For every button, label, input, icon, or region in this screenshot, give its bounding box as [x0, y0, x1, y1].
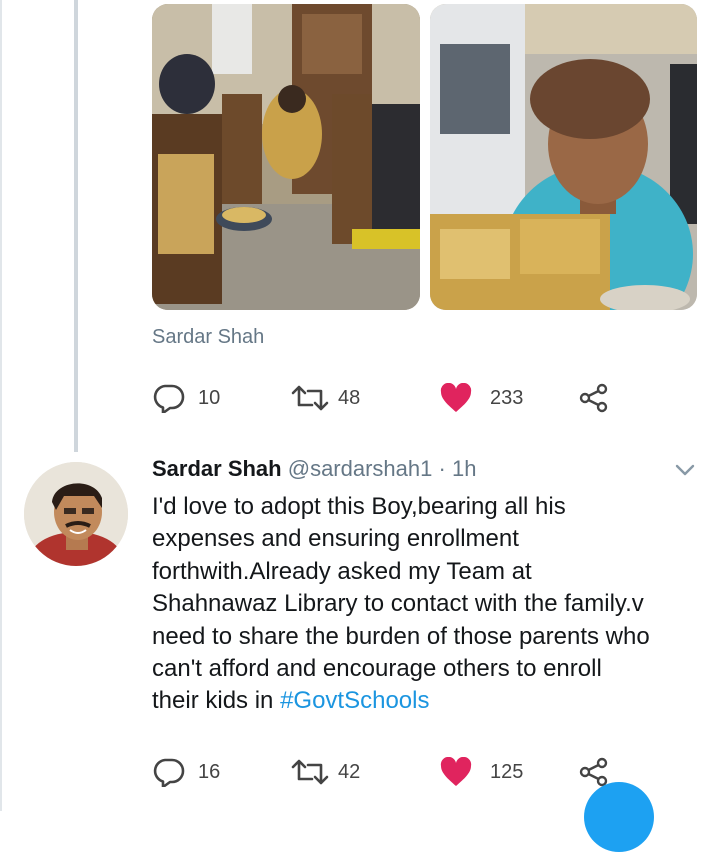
chevron-down-icon [675, 464, 695, 476]
author-handle[interactable]: @sardarshah1 [288, 456, 433, 481]
retweet-button[interactable]: 48 [290, 383, 360, 413]
tweet-text: I'd love to adopt this Boy,bearing all h… [152, 491, 712, 718]
reply-count: 16 [198, 760, 221, 783]
like-button[interactable]: 125 [440, 757, 523, 787]
avatar[interactable] [24, 462, 128, 566]
heart-icon [440, 383, 472, 412]
reply-button[interactable]: 10 [152, 383, 220, 413]
tweet-action-bar: 10 48 233 [152, 383, 632, 413]
retweet-icon [291, 385, 329, 411]
tweet-photo-classroom[interactable] [152, 4, 420, 310]
tweet-photo-boy[interactable] [429, 4, 697, 310]
share-button[interactable] [578, 757, 610, 787]
retweet-count: 42 [338, 760, 361, 783]
retweet-count: 48 [338, 386, 361, 409]
tweet-text-line: their kids in [152, 687, 281, 715]
tweet-text-line: I'd love to adopt this Boy,bearing all h… [152, 493, 566, 520]
reply-icon [153, 384, 185, 413]
compose-fab-icon[interactable] [584, 782, 654, 852]
hashtag-link[interactable]: #GovtSchools [280, 687, 429, 714]
thread-connector-line [74, 0, 78, 452]
like-count: 125 [490, 760, 524, 783]
share-button[interactable] [578, 383, 610, 413]
tweet-text-line: need to share the burden of those parent… [152, 622, 650, 650]
like-button[interactable]: 233 [440, 383, 523, 413]
tweet-text-line: forthwith.Already asked my Team at [152, 557, 532, 585]
tweet-header: Sardar Shah @sardarshah1 · 1h [152, 456, 476, 482]
avatar-photo [24, 462, 128, 566]
media-caption: Sardar Shah [152, 326, 265, 348]
tweet-timestamp[interactable]: 1h [452, 456, 476, 481]
tweet-text-line: expenses and ensuring enrollment [152, 525, 519, 553]
header-separator: · [438, 456, 446, 481]
boy-photo-illustration [429, 4, 697, 310]
reply-button[interactable]: 16 [152, 757, 220, 787]
tweet-text-line-last: their kids in #GovtSchools [152, 685, 712, 717]
reply-count: 10 [198, 386, 221, 409]
share-icon [579, 383, 608, 413]
classroom-photo-illustration [152, 4, 420, 310]
heart-icon [440, 757, 472, 786]
retweet-button[interactable]: 42 [290, 757, 360, 787]
share-icon [579, 757, 608, 787]
like-count: 233 [490, 386, 524, 409]
tweet-text-line: Shahnawaz Library to contact with the fa… [152, 590, 644, 618]
tweet-media-grid [152, 4, 697, 310]
reply-icon [153, 758, 185, 787]
tweet-text-line: can't afford and encourage others to enr… [152, 655, 602, 683]
left-edge-divider [0, 0, 2, 811]
tweet-menu-button[interactable] [674, 462, 696, 478]
retweet-icon [291, 759, 329, 785]
author-name[interactable]: Sardar Shah [152, 456, 282, 481]
tweet-action-bar: 16 42 125 [152, 757, 632, 787]
